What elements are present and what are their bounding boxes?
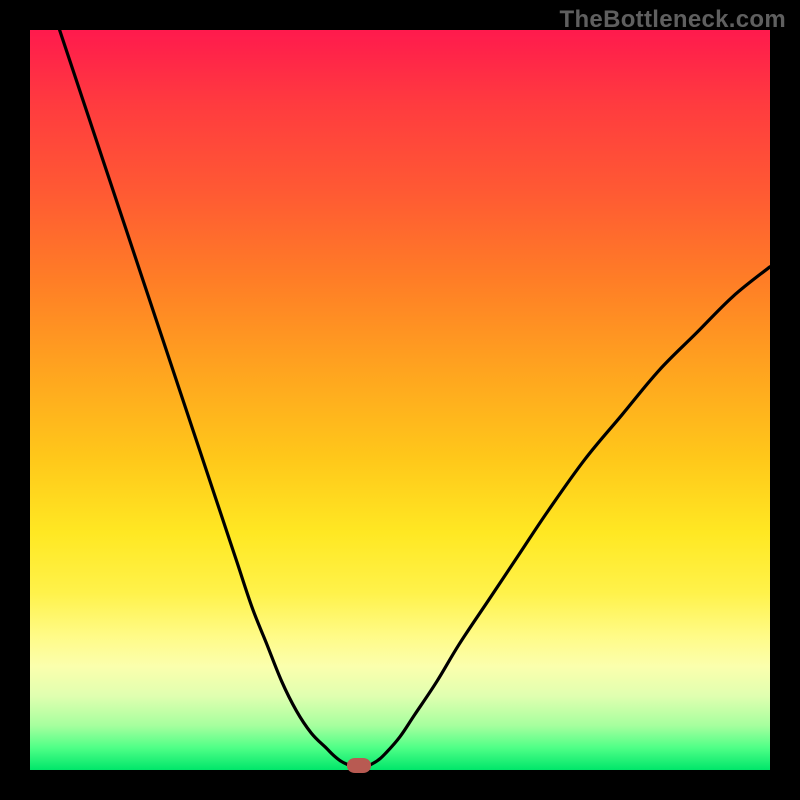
curve-right-branch xyxy=(370,267,770,765)
curve-left-branch xyxy=(60,30,349,765)
chart-frame: TheBottleneck.com xyxy=(0,0,800,800)
watermark-text: TheBottleneck.com xyxy=(560,6,786,34)
bottleneck-curve xyxy=(30,30,770,770)
bottleneck-marker xyxy=(347,758,371,773)
